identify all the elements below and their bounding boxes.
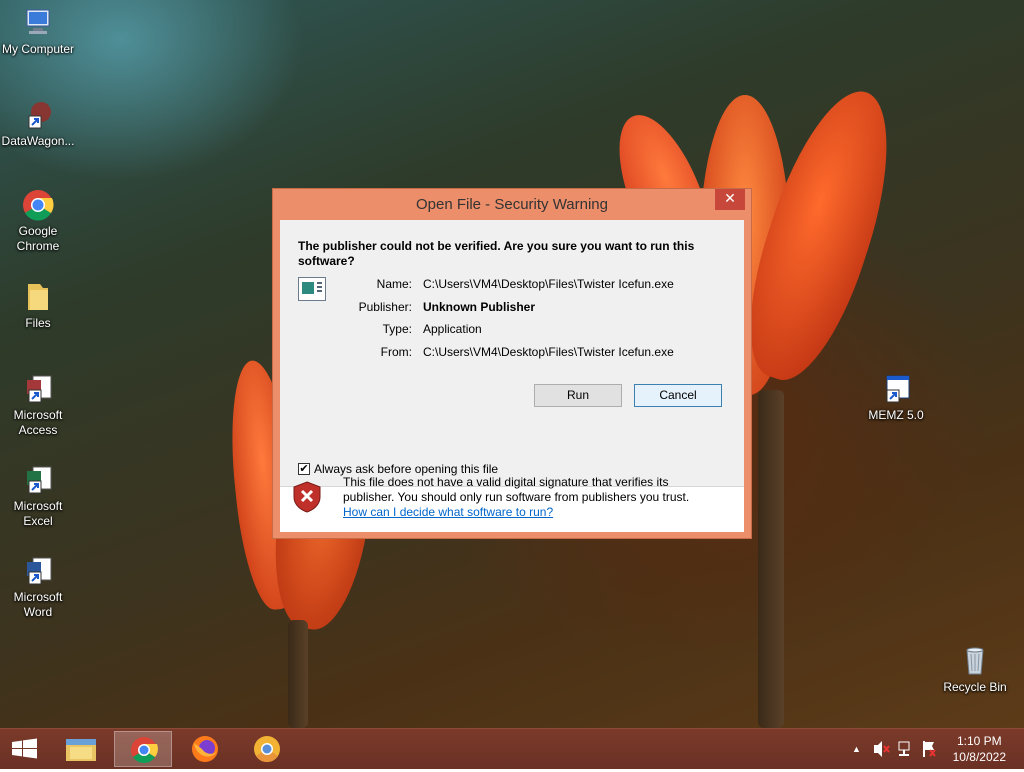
word-icon — [21, 554, 55, 588]
type-value: Application — [423, 322, 482, 336]
file-explorer-icon — [66, 739, 96, 761]
taskbar-chrome[interactable] — [114, 731, 172, 767]
publisher-label: Publisher: — [358, 300, 412, 314]
taskbar: ▲ 1:10 PM 10/8/2022 — [0, 728, 1024, 769]
shortcut-icon — [21, 98, 55, 132]
dialog-title: Open File - Security Warning — [415, 196, 608, 213]
checkmark-icon: ✔ — [299, 462, 309, 475]
desktop-icon-label-line1: Microsoft — [13, 590, 63, 604]
type-label: Type: — [382, 322, 412, 336]
desktop-icon-label: DataWagon... — [1, 134, 75, 148]
dialog-heading: The publisher could not be verified. Are… — [298, 239, 695, 268]
shield-error-icon — [293, 481, 321, 513]
always-ask-label[interactable]: Always ask before opening this file — [314, 462, 498, 476]
firefox-icon — [192, 736, 218, 762]
name-label: Name: — [376, 277, 412, 291]
excel-icon — [21, 463, 55, 497]
desktop-icon-files[interactable]: Files — [0, 280, 76, 331]
wallpaper-stem — [288, 620, 308, 728]
desktop-icon-google-chrome[interactable]: Google Chrome — [0, 188, 76, 254]
warning-text: This file does not have a valid digital … — [343, 475, 690, 504]
always-ask-checkbox[interactable]: ✔ — [298, 463, 310, 475]
close-icon: ✕ — [724, 191, 736, 207]
from-label: From: — [380, 345, 412, 359]
desktop-icon-label: MEMZ 5.0 — [868, 408, 924, 422]
clock[interactable]: 1:10 PM 10/8/2022 — [953, 733, 1006, 765]
volume-muted-icon[interactable] — [872, 729, 890, 769]
publisher-value: Unknown Publisher — [423, 300, 536, 314]
desktop-icon-label-line1: Microsoft — [13, 499, 63, 513]
help-link[interactable]: How can I decide what software to run? — [343, 505, 723, 520]
action-center-flag-icon[interactable] — [920, 729, 938, 769]
desktop: My Computer DataWagon... Google Chrome F… — [0, 0, 1024, 728]
desktop-icon-label-line2: Access — [18, 423, 58, 437]
desktop-icon-microsoft-access[interactable]: Microsoft Access — [0, 372, 76, 438]
desktop-icon-label-line2: Word — [23, 605, 53, 619]
desktop-icon-label: Recycle Bin — [943, 680, 1007, 694]
wallpaper-stem — [758, 390, 784, 728]
desktop-icon-microsoft-word[interactable]: Microsoft Word — [0, 554, 76, 620]
desktop-icon-my-computer[interactable]: My Computer — [0, 6, 76, 57]
chrome-icon — [21, 188, 55, 222]
desktop-icon-microsoft-excel[interactable]: Microsoft Excel — [0, 463, 76, 529]
name-label-wrap: Name: — [280, 277, 412, 292]
close-button[interactable]: ✕ — [715, 189, 745, 210]
desktop-icon-recycle-bin[interactable]: Recycle Bin — [937, 644, 1013, 695]
computer-icon — [21, 6, 55, 40]
from-value: C:\Users\VM4\Desktop\Files\Twister Icefu… — [423, 345, 674, 359]
application-icon — [879, 372, 913, 406]
desktop-icon-memz[interactable]: MEMZ 5.0 — [858, 372, 934, 423]
taskbar-file-explorer[interactable] — [52, 731, 110, 767]
name-value: C:\Users\VM4\Desktop\Files\Twister Icefu… — [423, 277, 674, 291]
show-hidden-icons-button[interactable]: ▲ — [852, 729, 864, 769]
run-button[interactable]: Run — [534, 384, 622, 407]
chevron-up-icon: ▲ — [852, 744, 861, 754]
desktop-icon-label-line2: Excel — [23, 514, 53, 528]
clock-time: 1:10 PM — [956, 734, 1002, 748]
clock-date: 10/8/2022 — [952, 750, 1006, 764]
network-icon[interactable] — [896, 729, 914, 769]
taskbar-firefox[interactable] — [176, 731, 234, 767]
chrome-icon — [131, 737, 158, 764]
access-icon — [21, 372, 55, 406]
desktop-icon-label-line1: Microsoft — [13, 408, 63, 422]
cancel-button[interactable]: Cancel — [634, 384, 722, 407]
desktop-icon-label-line1: Google — [18, 224, 58, 238]
security-warning-dialog: Open File - Security Warning ✕ The publi… — [272, 188, 752, 539]
publisher-label-wrap: Publisher: — [280, 300, 412, 315]
chromium-icon — [254, 736, 280, 763]
desktop-icon-datawagon[interactable]: DataWagon... — [0, 98, 76, 149]
warning-message: This file does not have a valid digital … — [343, 475, 723, 520]
desktop-icon-label: My Computer — [1, 42, 75, 56]
desktop-icon-label: Files — [25, 316, 51, 330]
from-label-wrap: From: — [280, 345, 412, 360]
taskbar-chromium[interactable] — [238, 731, 296, 767]
recycle-bin-icon — [958, 644, 992, 678]
start-button[interactable] — [0, 731, 50, 767]
windows-logo-icon — [12, 738, 37, 759]
desktop-icon-label-line2: Chrome — [16, 239, 60, 253]
type-label-wrap: Type: — [280, 322, 412, 337]
folder-icon — [21, 280, 55, 314]
